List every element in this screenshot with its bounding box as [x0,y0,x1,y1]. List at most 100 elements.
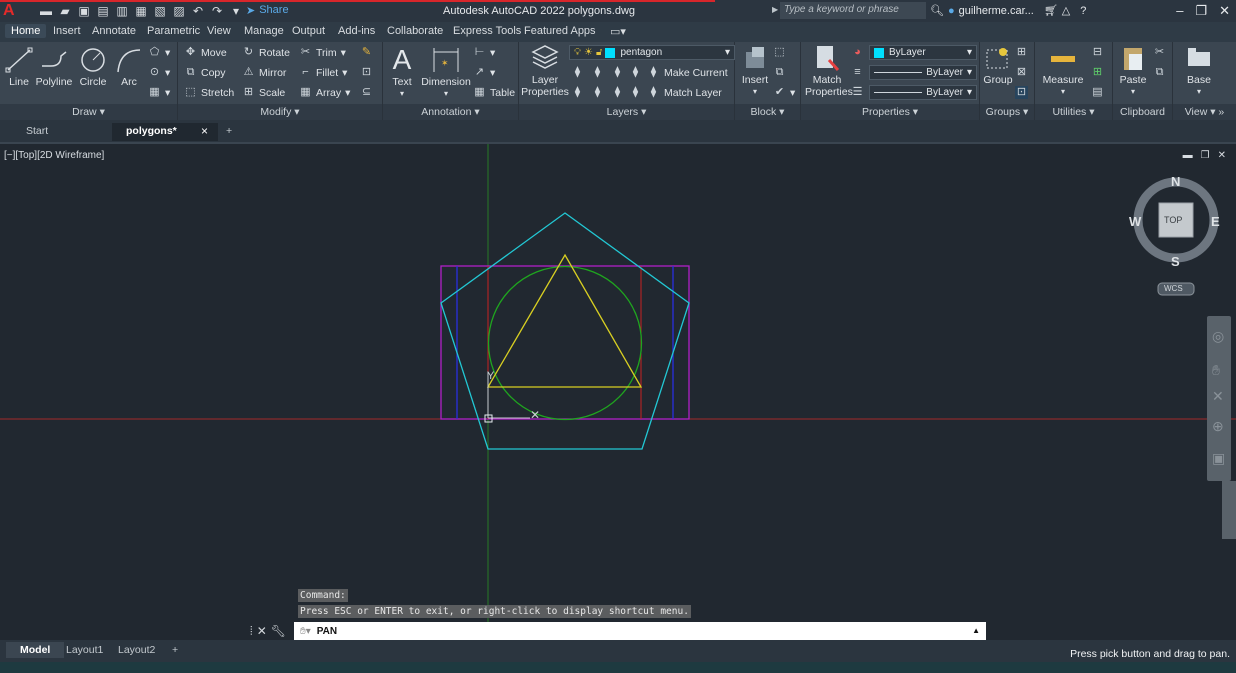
polyline-button[interactable]: Polyline [36,46,72,88]
fillet-button[interactable]: ⌐ Fillet ▾ [299,66,347,79]
group-select-button[interactable]: ⊡ [1015,86,1028,99]
start-tab[interactable]: Start [12,123,62,141]
layer-lock-icon[interactable]: 🔓︎ [596,47,602,58]
compass-north[interactable]: N [1171,174,1180,189]
drawing-area[interactable]: Y ✕ [0,144,1236,642]
open-folder-icon[interactable]: ▰ [57,3,73,19]
new-file-icon[interactable]: ▬ [38,3,54,19]
save-icon[interactable]: ▣ [76,3,92,19]
print-icon[interactable]: ▨ [171,3,187,19]
erase-button[interactable]: ✎ [360,46,373,59]
search-caret-icon[interactable]: ▶ [772,5,778,14]
move-button[interactable]: ✥ Move [184,46,227,59]
layer-tool-8-button[interactable]: ⧫ [629,86,642,99]
steering-wheel-icon[interactable]: ◎ [1212,328,1224,345]
measure-button[interactable]: Measure ▾ [1039,44,1087,98]
modify-panel-title[interactable]: Modify ▾ [178,104,382,120]
save-as-icon[interactable]: ▤ [95,3,111,19]
tab-add-ins[interactable]: Add-ins [338,25,375,37]
user-account[interactable]: 🔍︎ ● guilherme.car... 🛒︎ △ ? [930,4,1086,18]
close-command-icon[interactable]: ✕ [257,624,267,639]
offset-button[interactable]: ⊆ [360,86,373,99]
properties-panel-title[interactable]: Properties ▾ [801,104,979,120]
close-icon[interactable]: ✕ [1219,3,1230,19]
undo-icon[interactable]: ↶ [190,3,206,19]
layer-tool-5-button[interactable]: ⧫ [571,86,584,99]
make-current-button[interactable]: ⧫ Make Current [647,66,728,79]
orbit-icon[interactable]: ⊕ [1212,418,1224,435]
match-properties-button[interactable]: Match Properties [805,44,853,98]
zoom-extents-icon[interactable]: ✕ [1212,388,1224,405]
tab-insert[interactable]: Insert [53,25,81,37]
compass-south[interactable]: S [1171,254,1180,269]
hatch-button[interactable]: ▦ ▾ [148,86,170,99]
new-tab-button[interactable]: + [218,123,240,141]
layer-tool-6-button[interactable]: ⧫ [591,86,604,99]
block-panel-title[interactable]: Block ▾ [735,104,800,120]
insert-button[interactable]: Insert ▾ [739,44,771,98]
tab-featured-apps[interactable]: Featured Apps [524,25,596,37]
groups-panel-title[interactable]: Groups ▾ [980,104,1034,120]
tab-model[interactable]: Model [6,642,65,658]
arc-button[interactable]: Arc [114,46,144,88]
tab-collaborate[interactable]: Collaborate [387,25,443,37]
tab-manage[interactable]: Manage [244,25,284,37]
autocad-logo-icon[interactable]: A [3,2,29,20]
web-mobile-icon[interactable]: ▥ [114,3,130,19]
restore-icon[interactable]: ❐ [1195,3,1207,19]
minimize-icon[interactable]: – [1176,3,1183,19]
rotate-button[interactable]: ↻ Rotate [242,46,290,59]
rectangle-shape[interactable] [440,265,690,420]
create-block-button[interactable]: ⬚ [773,46,786,59]
copy-button[interactable]: ⧉ Copy [184,66,226,79]
tab-layout2[interactable]: Layout2 [110,642,163,658]
calculator-button[interactable]: ▤ [1091,86,1104,99]
ellipse-button[interactable]: ⊙ ▾ [148,66,170,79]
polygons-tab[interactable]: polygons* × [112,123,218,141]
search-input[interactable]: Type a keyword or phrase [780,2,926,19]
paste-button[interactable]: Paste ▾ [1117,44,1149,98]
mirror-button[interactable]: ⚠ Mirror [242,66,287,79]
pan-icon[interactable]: ✋︎ [1212,362,1220,379]
customize-wrench-icon[interactable]: 🔧︎ [271,624,286,639]
compass-west[interactable]: W [1129,214,1141,229]
add-layout-button[interactable]: + [164,642,186,658]
copy-clip-button[interactable]: ⧉ [1153,66,1166,79]
layer-tool-7-button[interactable]: ⧫ [611,86,624,99]
color-wheel-icon[interactable]: ◕ [851,46,864,59]
tab-output[interactable]: Output [292,25,325,37]
layer-tool-1-button[interactable]: ⧫ [571,66,584,79]
layer-freeze-icon[interactable]: ☀ [584,47,593,58]
trim-button[interactable]: ✂ Trim ▾ [299,46,346,59]
table-button[interactable]: ▦ Table [473,86,515,99]
color-dropdown[interactable]: ByLayer ▾ [869,45,977,60]
view-panel-title[interactable]: View ▾ » [1173,104,1236,120]
line-button[interactable]: Line [4,46,34,88]
wcs-menu[interactable]: WCS [1164,284,1183,293]
ungroup-button[interactable]: ⊞ [1015,46,1028,59]
group-button[interactable]: Group [982,44,1014,86]
drag-handle-icon[interactable]: ⦙ [250,624,253,639]
compass-east[interactable]: E [1211,214,1220,229]
command-input[interactable]: ✋︎▾ PAN ▲ [294,622,986,642]
leader-button[interactable]: ↗ ▾ [473,66,495,79]
pentagon-shape[interactable] [440,212,690,450]
close-tab-icon[interactable]: × [201,124,208,138]
redo-icon[interactable]: ↷ [209,3,225,19]
layer-tool-2-button[interactable]: ⧫ [591,66,604,79]
showmotion-icon[interactable]: ▣ [1212,450,1225,467]
open-web-icon[interactable]: ▦ [133,3,149,19]
base-button[interactable]: Base ▾ [1181,44,1217,98]
lineweight-dropdown[interactable]: ByLayer ▾ [869,85,977,100]
search-icon[interactable]: 🔍︎ [930,4,944,17]
linetype-dropdown[interactable]: ByLayer ▾ [869,65,977,80]
dimension-button[interactable]: ✶ Dimension ▾ [421,46,471,100]
triangle-shape[interactable] [486,253,643,388]
ribbon-display-toggle-icon[interactable]: ▭▾ [610,25,626,38]
utilities-panel-title[interactable]: Utilities ▾ [1035,104,1112,120]
tab-home[interactable]: Home [5,24,47,38]
layers-panel-title[interactable]: Layers ▾ [519,104,734,120]
circle-shape[interactable] [487,265,643,421]
navigation-bar-tab[interactable] [1222,481,1236,539]
match-layer-button[interactable]: ⧫ Match Layer [647,86,722,99]
